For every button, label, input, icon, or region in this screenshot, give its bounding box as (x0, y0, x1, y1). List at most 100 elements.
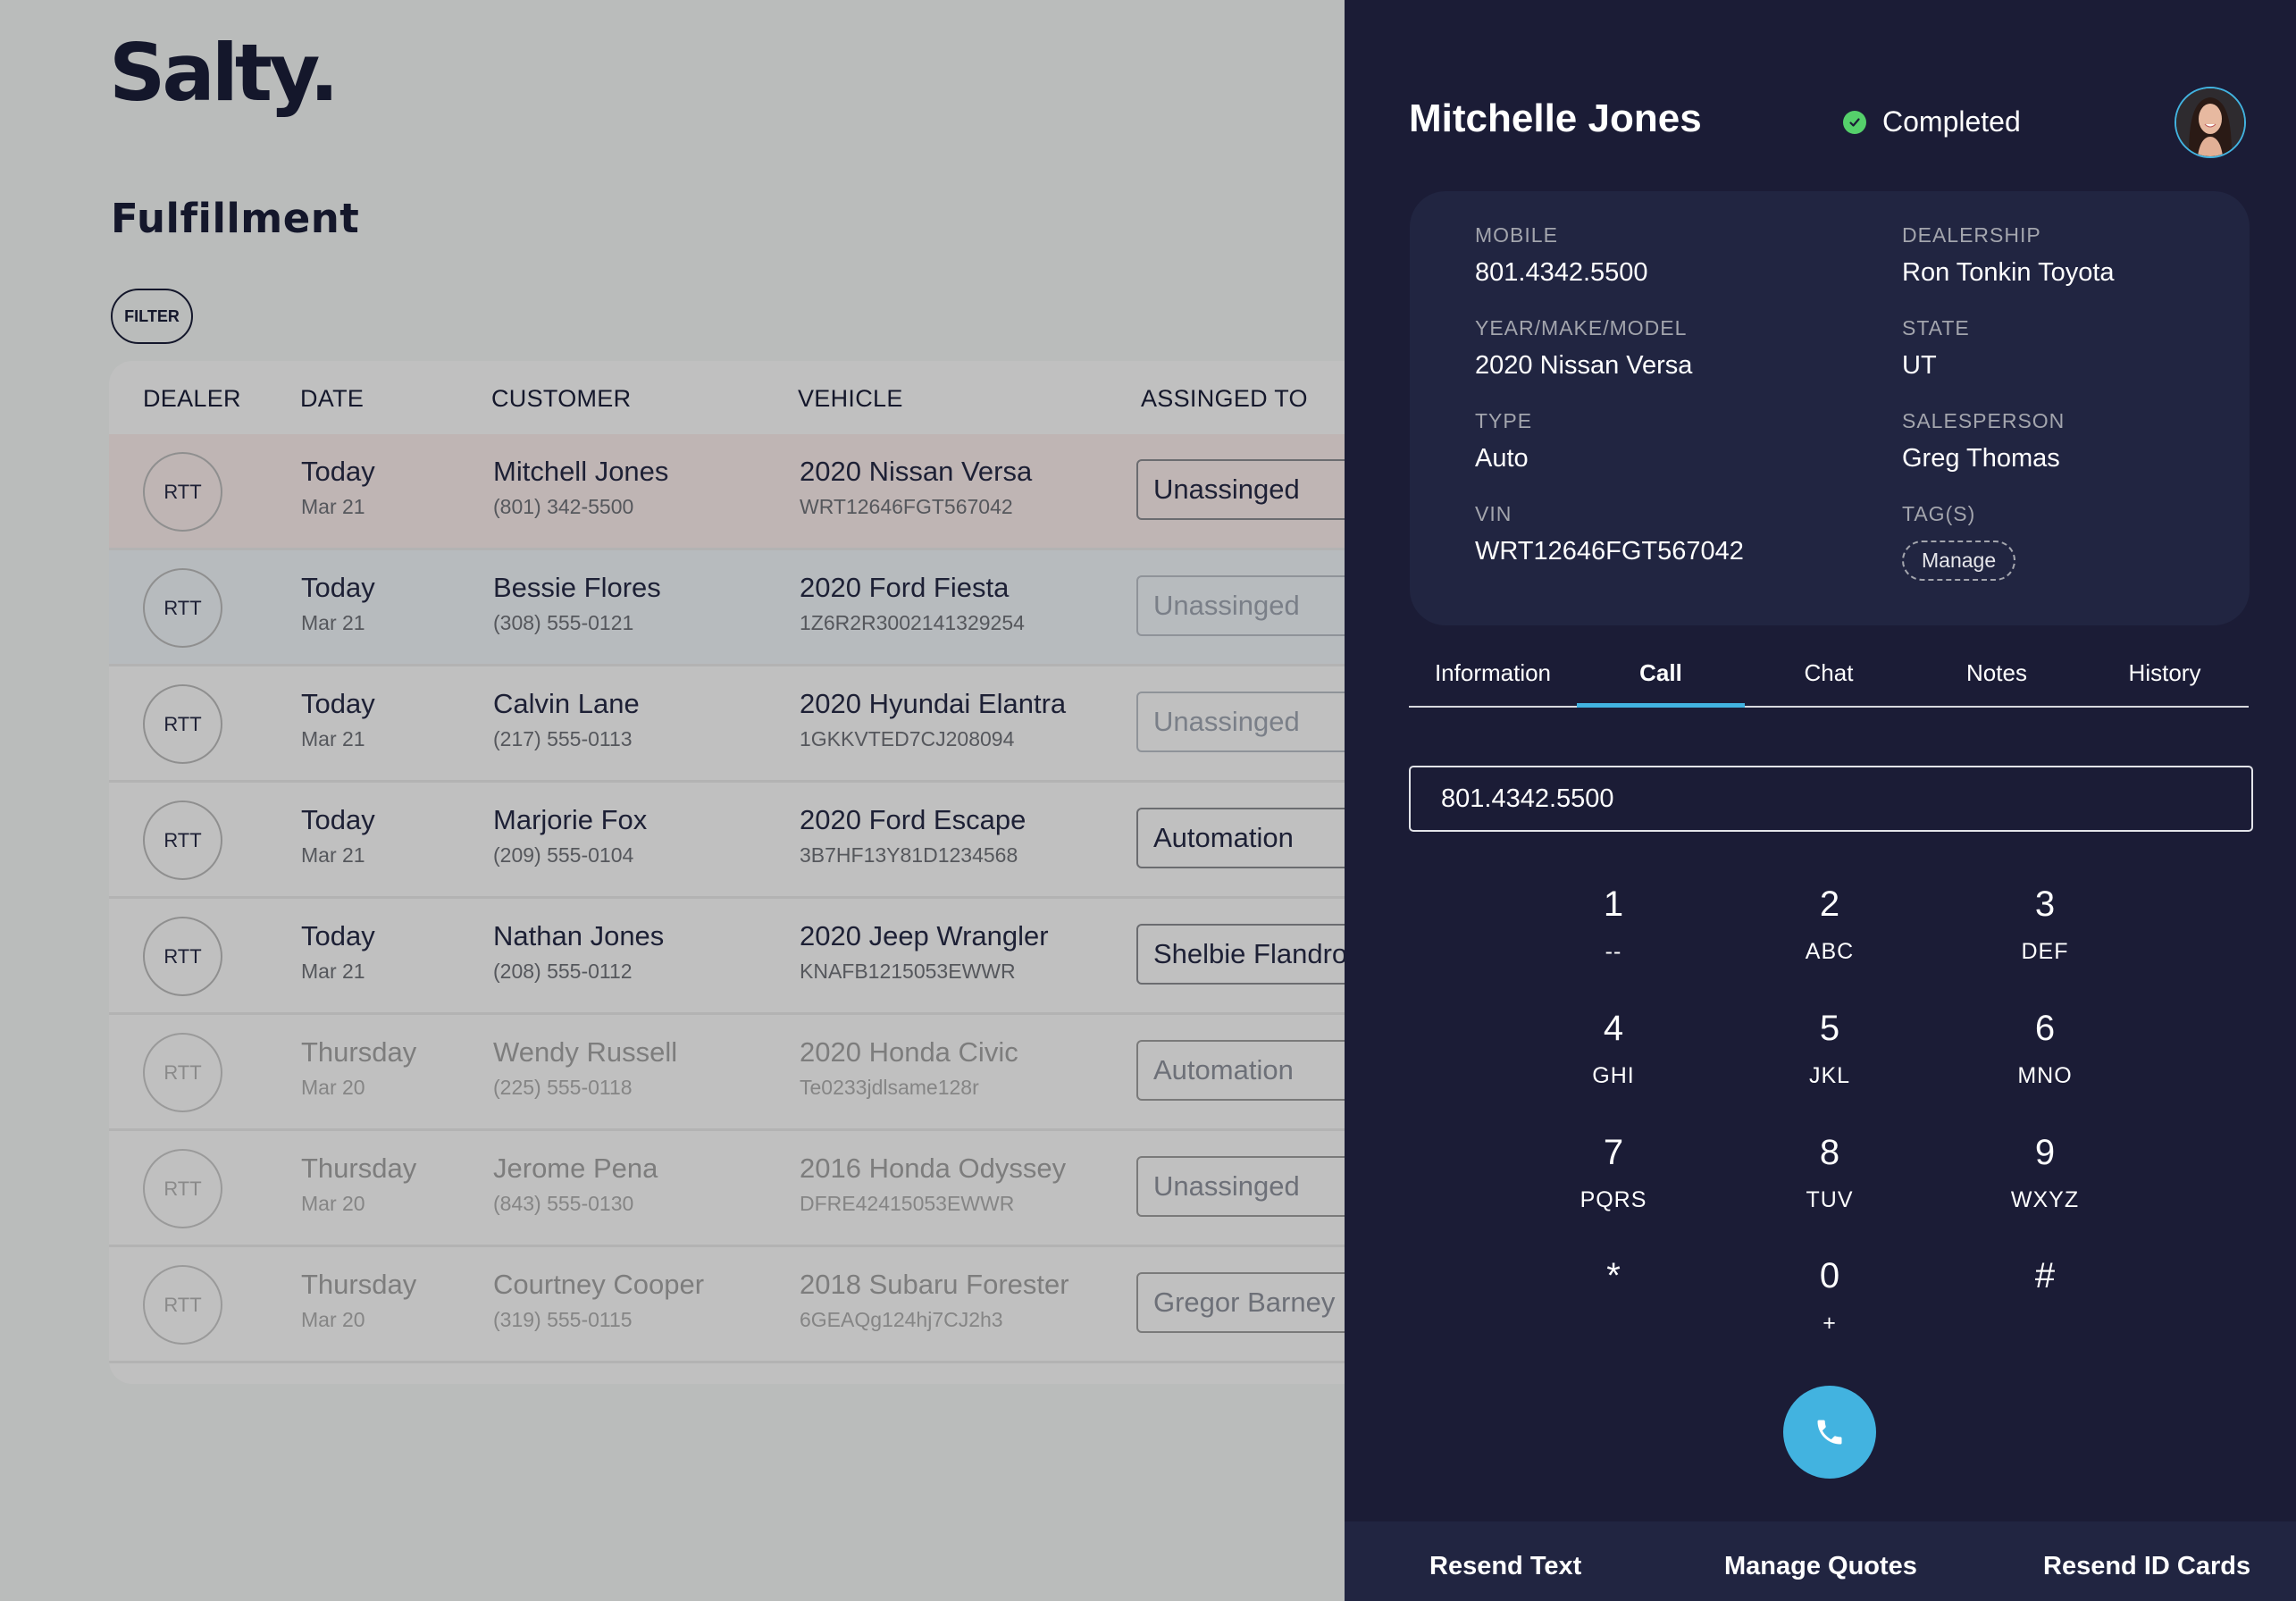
keypad-key-7[interactable]: 7 PQRS (1524, 1133, 1703, 1240)
table-row[interactable]: RTT Thursday Mar 20 Courtney Cooper (319) 55… (109, 1247, 1378, 1363)
customer-name: Nathan Jones (493, 920, 665, 951)
tab-notes[interactable]: Notes (1913, 643, 2081, 708)
tab-chat[interactable]: Chat (1745, 643, 1913, 708)
customer-phone: (843) 555-0130 (493, 1192, 634, 1215)
key-letters: JKL (1808, 1063, 1851, 1088)
resend-text-button[interactable]: Resend Text (1429, 1552, 1581, 1581)
keypad-key-hash[interactable]: # (1956, 1256, 2134, 1363)
column-header-assigned-to[interactable]: ASSINGED TO (1141, 385, 1308, 413)
manage-quotes-button[interactable]: Manage Quotes (1724, 1552, 1917, 1581)
vehicle-name: 2020 Jeep Wrangler (800, 920, 1049, 951)
manage-tags-button[interactable]: Manage (1902, 541, 2016, 581)
key-letters: DEF (2021, 939, 2069, 964)
assigned-to-select[interactable]: Unassinged (1136, 575, 1378, 636)
date-value: Mar 20 (301, 1076, 365, 1099)
panel-footer-actions: Resend Text Manage Quotes Resend ID Card… (1345, 1521, 2296, 1601)
keypad-key-3[interactable]: 3 DEF (1956, 884, 2134, 992)
field-value: Greg Thomas (1902, 444, 2060, 473)
date-value: Mar 20 (301, 1192, 365, 1215)
field-value: WRT12646FGT567042 (1475, 537, 1744, 566)
dealer-badge: RTT (143, 684, 222, 764)
key-digit: # (2034, 1256, 2056, 1295)
column-header-dealer[interactable]: DEALER (143, 385, 241, 413)
date-day: Thursday (301, 1036, 417, 1068)
assigned-to-select[interactable]: Unassinged (1136, 1156, 1378, 1217)
keypad-key-2[interactable]: 2 ABC (1740, 884, 1919, 992)
table-row[interactable]: RTT Today Mar 21 Calvin Lane (217) 555-0113 2… (109, 666, 1378, 783)
dealer-badge: RTT (143, 917, 222, 996)
avatar-photo-icon (2176, 88, 2244, 156)
keypad-key-9[interactable]: 9 WXYZ (1956, 1133, 2134, 1240)
tab-information[interactable]: Information (1409, 643, 1577, 708)
tab-history[interactable]: History (2081, 643, 2249, 708)
column-header-customer[interactable]: CUSTOMER (491, 385, 631, 413)
customer-name: Mitchell Jones (493, 456, 669, 487)
column-header-vehicle[interactable]: VEHICLE (798, 385, 903, 413)
field-label: TYPE (1475, 409, 1533, 432)
table-row[interactable]: RTT Today Mar 21 Mitchell Jones (801) 342-55… (109, 434, 1378, 550)
assigned-to-select[interactable]: Automation (1136, 808, 1378, 868)
assigned-to-select[interactable]: Gregor Barney (1136, 1272, 1378, 1333)
call-button[interactable] (1783, 1386, 1876, 1479)
vehicle-vin: 1Z6R2R3002141329254 (800, 611, 1025, 634)
table-row[interactable]: RTT Today Mar 21 Nathan Jones (208) 555-0112… (109, 899, 1378, 1015)
customer-name: Mitchelle Jones (1409, 96, 1702, 140)
avatar[interactable] (2174, 87, 2246, 158)
customer-info-card: MOBILE 801.4342.5500 DEALERSHIP Ron Tonk… (1410, 191, 2250, 625)
keypad-key-4[interactable]: 4 GHI (1524, 1009, 1703, 1116)
keypad-key-6[interactable]: 6 MNO (1956, 1009, 2134, 1116)
key-digit: 1 (1603, 884, 1624, 924)
keypad-key-5[interactable]: 5 JKL (1740, 1009, 1919, 1116)
table-row[interactable]: RTT Today Mar 21 Marjorie Fox (209) 555-0104… (109, 783, 1378, 899)
table-body: RTT Today Mar 21 Mitchell Jones (801) 342-55… (109, 434, 1378, 1363)
key-letters: WXYZ (2010, 1187, 2080, 1212)
field-salesperson: SALESPERSON Greg Thomas (1902, 409, 2065, 474)
date-day: Today (301, 572, 375, 603)
key-letters: ABC (1805, 939, 1855, 964)
customer-phone: (217) 555-0113 (493, 727, 633, 750)
table-header: DEALER DATE CUSTOMER VEHICLE ASSINGED TO (109, 361, 1378, 434)
vehicle-vin: 3B7HF13Y81D1234568 (800, 843, 1018, 867)
keypad-key-star[interactable]: * (1524, 1256, 1703, 1363)
keypad-key-0[interactable]: 0 + (1740, 1256, 1919, 1363)
customer-name: Courtney Cooper (493, 1269, 705, 1300)
vehicle-vin: WRT12646FGT567042 (800, 495, 1013, 518)
field-label: YEAR/MAKE/MODEL (1475, 316, 1688, 339)
field-year-make-model: YEAR/MAKE/MODEL 2020 Nissan Versa (1475, 316, 1692, 381)
field-label: MOBILE (1475, 223, 1558, 247)
field-type: TYPE Auto (1475, 409, 1532, 474)
assigned-to-select[interactable]: Shelbie Flandro (1136, 924, 1378, 985)
assigned-to-select[interactable]: Automation (1136, 1040, 1378, 1101)
key-digit: 9 (2034, 1133, 2056, 1172)
key-digit: 5 (1819, 1009, 1840, 1048)
key-digit: * (1606, 1256, 1621, 1295)
table-row[interactable]: RTT Thursday Mar 20 Wendy Russell (225) 555-… (109, 1015, 1378, 1131)
detail-tabs: Information Call Chat Notes History (1409, 643, 2249, 708)
table-row[interactable]: RTT Today Mar 21 Bessie Flores (308) 555-012… (109, 550, 1378, 666)
keypad-key-1[interactable]: 1 -- (1524, 884, 1703, 992)
assigned-to-select[interactable]: Unassinged (1136, 692, 1378, 752)
status-text: Completed (1882, 105, 2021, 138)
keypad-key-8[interactable]: 8 TUV (1740, 1133, 1919, 1240)
date-day: Today (301, 920, 375, 951)
key-digit: 2 (1819, 884, 1840, 924)
dial-number-input[interactable] (1409, 766, 2253, 832)
key-digit: 6 (2034, 1009, 2056, 1048)
resend-id-cards-button[interactable]: Resend ID Cards (2043, 1552, 2250, 1581)
date-value: Mar 20 (301, 1308, 365, 1331)
key-digit: 4 (1603, 1009, 1624, 1048)
assigned-to-select[interactable]: Unassinged (1136, 459, 1378, 520)
tab-call[interactable]: Call (1577, 643, 1745, 708)
vehicle-name: 2020 Honda Civic (800, 1036, 1018, 1068)
key-digit: 3 (2034, 884, 2056, 924)
table-row[interactable]: RTT Thursday Mar 20 Jerome Pena (843) 555-01… (109, 1131, 1378, 1247)
filter-button[interactable]: FILTER (111, 289, 193, 344)
dealer-badge: RTT (143, 1033, 222, 1112)
field-vin: VIN WRT12646FGT567042 (1475, 502, 1744, 566)
field-mobile: MOBILE 801.4342.5500 (1475, 223, 1648, 288)
salty-logo[interactable]: Salty. (109, 27, 339, 119)
vehicle-vin: KNAFB1215053EWWR (800, 960, 1016, 983)
dealer-badge: RTT (143, 1265, 222, 1345)
column-header-date[interactable]: DATE (300, 385, 364, 413)
date-day: Today (301, 804, 375, 835)
